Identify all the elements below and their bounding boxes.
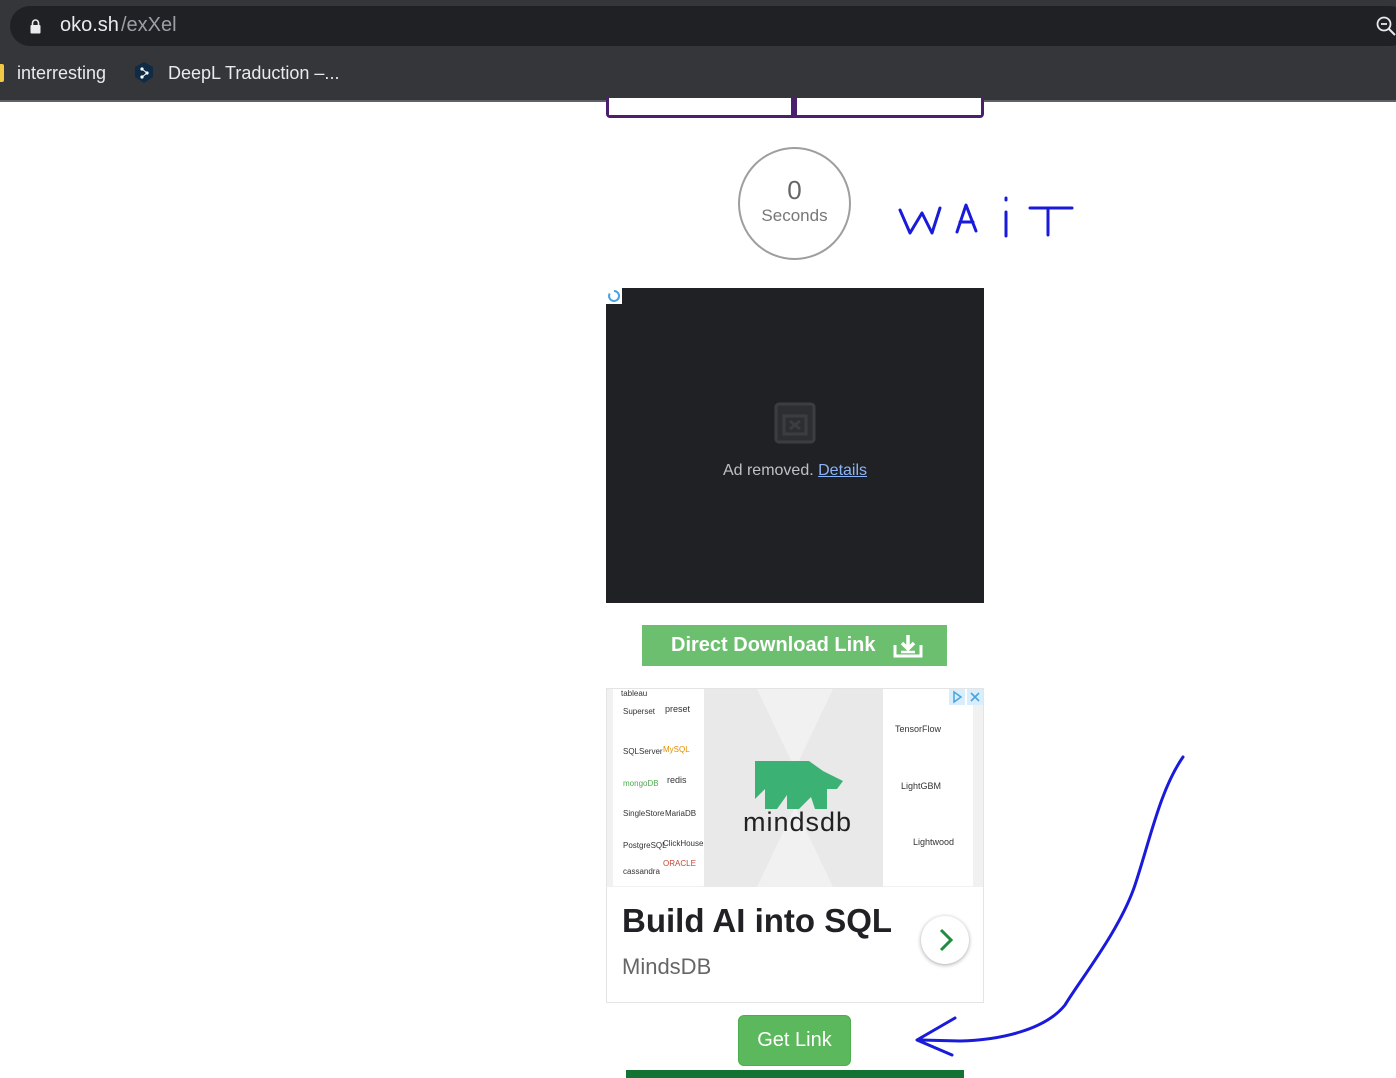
logo-singlestore: SingleStore bbox=[623, 809, 665, 818]
direct-download-label: Direct Download Link bbox=[671, 634, 876, 656]
logo-sqlserver: SQLServer bbox=[623, 747, 663, 756]
tab-button-right[interactable] bbox=[797, 98, 981, 115]
download-icon bbox=[893, 635, 923, 658]
logo-superset: Superset bbox=[623, 707, 656, 716]
green-bar bbox=[626, 1070, 964, 1078]
logo-mariadb: MariaDB bbox=[665, 809, 697, 818]
lock-icon bbox=[30, 19, 41, 34]
ml-logos-panel: TensorFlow LightGBM Lightwood bbox=[883, 689, 973, 886]
ad-next-button[interactable] bbox=[921, 916, 969, 964]
ad-removed-text: Ad removed. bbox=[722, 462, 814, 479]
logo-cassandra: cassandra bbox=[623, 867, 660, 876]
bookmark-interresting[interactable]: interresting bbox=[17, 63, 106, 84]
address-bar[interactable] bbox=[10, 6, 1396, 46]
url-path: /exXel bbox=[121, 14, 177, 36]
ad-headline[interactable]: Build AI into SQL bbox=[622, 902, 892, 940]
get-link-button[interactable]: Get Link bbox=[738, 1015, 851, 1066]
countdown-label: Seconds bbox=[761, 206, 828, 225]
logo-mysql: MySQL bbox=[663, 745, 690, 754]
handwritten-arrowhead bbox=[915, 1016, 957, 1057]
adchoices-icon[interactable] bbox=[949, 689, 965, 705]
close-icon[interactable] bbox=[967, 689, 983, 705]
ad-details-link[interactable]: Details bbox=[818, 462, 867, 479]
bookmark-deepl[interactable]: DeepL Traduction –... bbox=[168, 63, 339, 84]
ad-advertiser[interactable]: MindsDB bbox=[622, 954, 711, 980]
ad-removed-icon bbox=[774, 402, 816, 444]
logo-oracle: ORACLE bbox=[663, 859, 696, 868]
database-logos-panel: tableau Superset preset SQLServer MySQL … bbox=[613, 689, 704, 886]
logo-tensorflow: TensorFlow bbox=[895, 724, 942, 734]
mindsdb-wordmark: mindsdb bbox=[743, 807, 853, 837]
logo-lightgbm: LightGBM bbox=[901, 781, 942, 791]
logo-tableau: tableau bbox=[621, 689, 648, 698]
logo-lightwood: Lightwood bbox=[913, 837, 955, 847]
browser-toolbar: oko.sh /exXel interresting DeepL Traduct… bbox=[0, 0, 1396, 102]
logo-postgresql: PostgreSQL bbox=[623, 841, 667, 850]
logo-mongodb: mongoDB bbox=[623, 779, 659, 788]
handwritten-wait-text bbox=[898, 196, 1074, 238]
ad-removed-message: Ad removed. Details bbox=[606, 462, 984, 480]
ad-removed-block: Ad removed. Details bbox=[606, 288, 984, 603]
deepl-icon bbox=[135, 62, 153, 83]
logo-clickhouse: ClickHouse bbox=[663, 839, 704, 848]
folder-icon bbox=[0, 64, 4, 82]
tab-button-left[interactable] bbox=[609, 98, 791, 115]
tab-divider bbox=[791, 98, 797, 118]
countdown-timer: 0 Seconds bbox=[738, 147, 851, 260]
logo-preset: preset bbox=[665, 704, 691, 714]
chevron-right-icon bbox=[939, 928, 954, 952]
ad-image: tableau Superset preset SQLServer MySQL … bbox=[607, 689, 983, 887]
adchoices-icon[interactable] bbox=[606, 288, 622, 304]
direct-download-button[interactable]: Direct Download Link bbox=[642, 625, 947, 666]
logo-redis: redis bbox=[667, 775, 687, 785]
zoom-out-icon[interactable] bbox=[1376, 16, 1396, 36]
countdown-value: 0 bbox=[787, 175, 802, 205]
mindsdb-bear-icon bbox=[755, 761, 843, 809]
mindsdb-ad[interactable]: tableau Superset preset SQLServer MySQL … bbox=[606, 688, 984, 1003]
url-host: oko.sh bbox=[60, 14, 119, 36]
